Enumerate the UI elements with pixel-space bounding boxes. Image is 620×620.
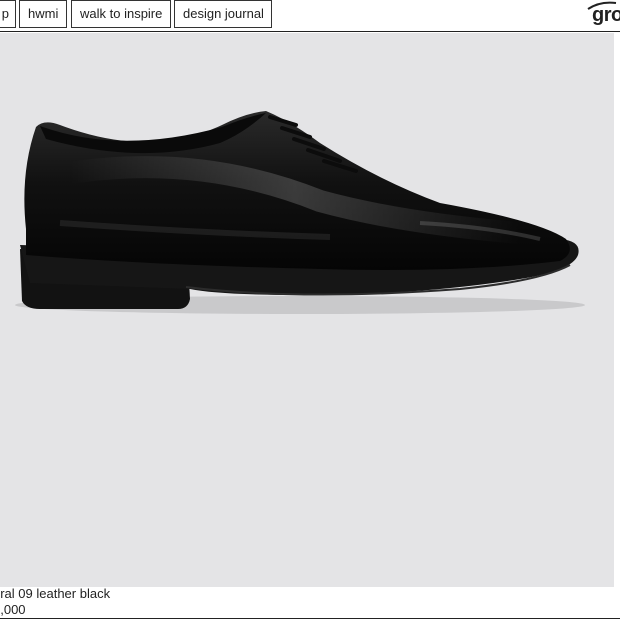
nav-item-shop[interactable]: p [0, 0, 16, 28]
product-name[interactable]: oral 09 leather black [0, 586, 110, 602]
divider [0, 618, 620, 619]
logo-text: gro [592, 4, 620, 26]
top-navigation: p hwmi walk to inspire design journal gr… [0, 0, 620, 32]
brand-logo[interactable]: gro [586, 0, 620, 30]
product-price: 0,000 [0, 602, 26, 617]
page: p hwmi walk to inspire design journal gr… [0, 0, 620, 620]
product-image[interactable] [0, 33, 614, 587]
page-edge [614, 33, 620, 587]
nav-item-hwmi[interactable]: hwmi [19, 0, 67, 28]
oxford-shoe-icon [15, 111, 585, 314]
nav-item-design-journal[interactable]: design journal [174, 0, 272, 28]
nav-item-walk-to-inspire[interactable]: walk to inspire [71, 0, 171, 28]
